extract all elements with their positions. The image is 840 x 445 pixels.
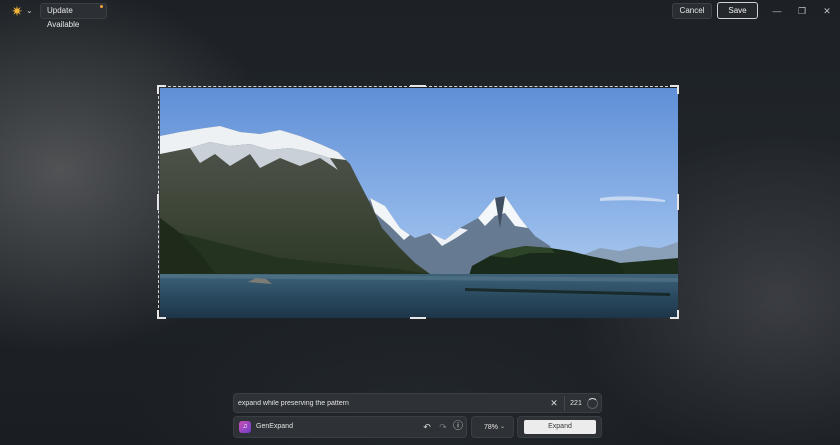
crop-handle-right[interactable] [677, 194, 679, 210]
bottom-toolbar: ♫ GenExpand ↶ ↷ ⓘ 78% ⌄ Expand [233, 416, 602, 438]
crop-handle-bottom[interactable] [410, 317, 426, 319]
close-icon[interactable]: ✕ [820, 4, 834, 18]
prompt-bar: ✕ 221 [233, 393, 602, 413]
cancel-button[interactable]: Cancel [672, 3, 712, 19]
sun-icon[interactable]: ✷ [9, 3, 25, 19]
zoom-dropdown[interactable]: 78% ⌄ [471, 416, 514, 438]
crop-handle-top-left-v[interactable] [157, 85, 159, 94]
update-available-label: Update Available [47, 6, 80, 29]
crop-handle-left[interactable] [157, 194, 159, 210]
genexpand-label: GenExpand [256, 423, 293, 430]
undo-icon[interactable]: ↶ [421, 421, 433, 433]
redo-icon[interactable]: ↷ [437, 421, 449, 433]
prompt-input[interactable] [238, 396, 538, 410]
chevron-down-icon[interactable]: ⌄ [26, 5, 34, 17]
expand-button[interactable]: Expand [524, 420, 596, 434]
minimize-icon[interactable]: — [770, 4, 784, 18]
zoom-level: 78% [484, 424, 499, 431]
title-bar: ✷ ⌄ Update Available Cancel Save — ❐ ✕ [0, 0, 840, 29]
divider [564, 396, 565, 411]
restore-icon[interactable]: ❐ [795, 4, 809, 18]
genexpand-panel: ♫ GenExpand ↶ ↷ ⓘ [233, 416, 467, 438]
spinner-icon [587, 398, 598, 409]
update-available-button[interactable]: Update Available [40, 3, 107, 29]
landscape-photo [160, 88, 678, 318]
clear-icon[interactable]: ✕ [548, 397, 560, 410]
save-button[interactable]: Save [717, 2, 758, 19]
crop-handle-top-right-v[interactable] [677, 85, 679, 94]
crop-handle-bottom-left-v[interactable] [157, 310, 159, 319]
crop-handle-bottom-right-v[interactable] [677, 310, 679, 319]
crop-handle-top[interactable] [410, 85, 426, 87]
genexpand-icon: ♫ [239, 421, 251, 433]
chevron-down-icon: ⌄ [500, 424, 506, 430]
notification-dot [100, 5, 103, 8]
expand-panel: Expand [517, 416, 602, 438]
info-icon[interactable]: ⓘ [452, 421, 464, 433]
character-count: 221 [570, 400, 582, 407]
crop-frame[interactable] [157, 85, 679, 319]
